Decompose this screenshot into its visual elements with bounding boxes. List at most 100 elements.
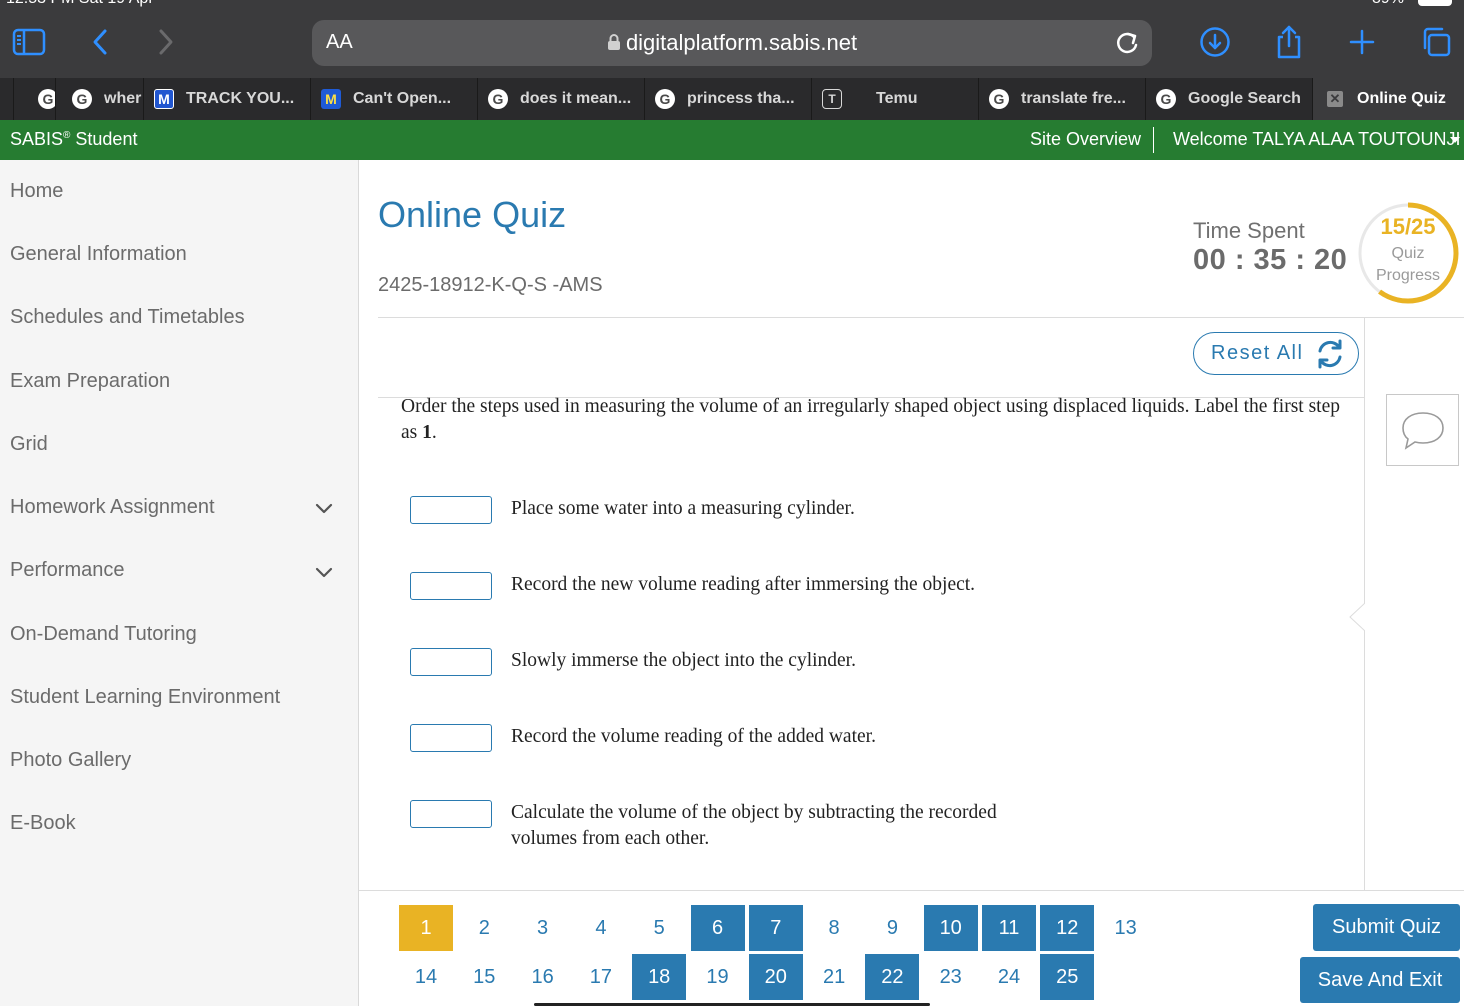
- battery-percent: 89%: [1372, 0, 1404, 8]
- time-spent-label: Time Spent: [1193, 218, 1305, 243]
- brand-logo[interactable]: SABIS® Student: [10, 129, 137, 150]
- sidebar-item-performance[interactable]: Performance: [10, 559, 125, 582]
- sidebar-toggle-icon[interactable]: [9, 22, 49, 62]
- question-page-button[interactable]: 4: [573, 905, 628, 951]
- tab-label: TRACK YOU...: [186, 90, 295, 107]
- back-icon[interactable]: [80, 22, 120, 62]
- time-spent-value: 00 : 35 : 20: [1193, 244, 1348, 276]
- question-page-button[interactable]: 3: [515, 905, 570, 951]
- comment-button[interactable]: [1386, 394, 1459, 466]
- question-page-button[interactable]: 6: [690, 905, 745, 951]
- reload-icon[interactable]: [1112, 28, 1142, 58]
- question-page-button[interactable]: 18: [632, 954, 687, 1000]
- multitasking-dots-icon[interactable]: •••: [717, 0, 740, 6]
- battery-icon: [1418, 0, 1452, 6]
- question-page-button[interactable]: 24: [982, 954, 1036, 1000]
- question-page-button[interactable]: 22: [865, 954, 920, 1000]
- question-page-button[interactable]: 9: [865, 905, 920, 951]
- tab-google-search[interactable]: G Google Search: [1145, 78, 1312, 120]
- reset-all-button[interactable]: Reset All: [1193, 332, 1359, 375]
- question-page-button[interactable]: 12: [1040, 905, 1095, 951]
- question-text: Order the steps used in measuring the vo…: [401, 396, 1341, 443]
- question-page-button[interactable]: 7: [748, 905, 803, 951]
- forward-icon[interactable]: [146, 22, 186, 62]
- divider: [378, 317, 1464, 318]
- google-icon: G: [655, 89, 675, 109]
- quiz-progress-count: 15/25: [1380, 214, 1436, 239]
- header-divider: [1153, 127, 1154, 153]
- speech-bubble-icon: [1402, 412, 1444, 450]
- question-page-button[interactable]: 16: [515, 954, 570, 1000]
- site-header: SABIS® Student Site Overview Welcome TAL…: [0, 120, 1464, 160]
- step-order-input[interactable]: [410, 648, 492, 676]
- sidebar-item-e-book[interactable]: E-Book: [10, 812, 76, 835]
- question-page-button[interactable]: 20: [748, 954, 803, 1000]
- sidebar-item-student-learning-environment[interactable]: Student Learning Environment: [10, 686, 280, 709]
- sidebar-item-grid[interactable]: Grid: [10, 433, 48, 456]
- step-order-input[interactable]: [410, 800, 492, 828]
- tab-temu[interactable]: T Temu: [811, 78, 978, 120]
- quiz-progress-ring: 15/25 Quiz Progress: [1357, 202, 1459, 304]
- sidebar: Home General Information Schedules and T…: [0, 160, 359, 1006]
- question-page-button[interactable]: 13: [1098, 905, 1153, 951]
- tab-google-2[interactable]: Gwher: [55, 78, 143, 120]
- question-page-button[interactable]: 2: [457, 905, 512, 951]
- tab-translate[interactable]: Gtranslate fre...: [978, 78, 1145, 120]
- page-title: Online Quiz: [378, 194, 567, 235]
- refresh-icon: [1318, 339, 1342, 369]
- close-icon[interactable]: ✕: [1327, 91, 1343, 107]
- question-page-button[interactable]: 19: [690, 954, 745, 1000]
- submit-quiz-button[interactable]: Submit Quiz: [1313, 904, 1460, 951]
- question-page-button[interactable]: 8: [807, 905, 862, 951]
- user-menu[interactable]: Welcome TALYA ALAA TOUTOUNJI: [1173, 129, 1460, 150]
- sidebar-item-schedules[interactable]: Schedules and Timetables: [10, 306, 245, 329]
- step-order-input[interactable]: [410, 572, 492, 600]
- save-and-exit-button[interactable]: Save And Exit: [1300, 957, 1460, 1003]
- question-page-button[interactable]: 17: [573, 954, 628, 1000]
- question-page-button[interactable]: 5: [632, 905, 687, 951]
- divider: [359, 890, 1464, 891]
- step-order-input[interactable]: [410, 724, 492, 752]
- tab-online-quiz[interactable]: ✕ Online Quiz: [1312, 78, 1464, 120]
- question-page-button[interactable]: 25: [1040, 954, 1095, 1000]
- tab-track-you[interactable]: M TRACK YOU...: [143, 78, 310, 120]
- question-page-button[interactable]: 1: [399, 905, 453, 951]
- site-overview-link[interactable]: Site Overview: [1030, 129, 1141, 150]
- question-page-button[interactable]: 10: [923, 905, 978, 951]
- chevron-down-icon[interactable]: [314, 562, 334, 582]
- question-page-button[interactable]: 21: [807, 954, 862, 1000]
- address-bar[interactable]: AA digitalplatform.sabis.net: [312, 20, 1152, 66]
- tab-princess[interactable]: Gprincess tha...: [644, 78, 811, 120]
- tab-does-it-mean[interactable]: Gdoes it mean...: [477, 78, 644, 120]
- new-tab-icon[interactable]: [1342, 22, 1382, 62]
- question-page-button[interactable]: 11: [982, 905, 1036, 951]
- sidebar-item-photo-gallery[interactable]: Photo Gallery: [10, 749, 131, 772]
- quiz-progress-label: Progress: [1375, 267, 1441, 284]
- caret-down-icon[interactable]: [1450, 137, 1460, 143]
- sidebar-item-general-information[interactable]: General Information: [10, 243, 187, 266]
- question-page-button[interactable]: 15: [457, 954, 512, 1000]
- reset-all-label: Reset All: [1211, 342, 1304, 364]
- sidebar-item-homework-assignment[interactable]: Homework Assignment: [10, 496, 215, 519]
- tab-overview-icon[interactable]: [1416, 22, 1456, 62]
- m-logo-icon: M: [154, 89, 174, 109]
- tab-label: Temu: [876, 90, 918, 107]
- tab-label: Google Search: [1188, 90, 1301, 107]
- t-logo-icon: T: [822, 89, 842, 109]
- browser-toolbar: AA digitalplatform.sabis.net: [0, 8, 1464, 78]
- tab-label: Online Quiz: [1357, 90, 1446, 107]
- tab-google-1[interactable]: G: [13, 78, 55, 120]
- tab-cant-open[interactable]: M Can't Open...: [310, 78, 477, 120]
- share-icon[interactable]: [1269, 22, 1309, 62]
- google-icon: G: [989, 89, 1009, 109]
- sidebar-item-exam-preparation[interactable]: Exam Preparation: [10, 370, 170, 393]
- chevron-down-icon[interactable]: [314, 498, 334, 518]
- sidebar-item-on-demand-tutoring[interactable]: On-Demand Tutoring: [10, 623, 197, 646]
- google-icon: G: [38, 89, 55, 109]
- quiz-code: 2425-18912-K-Q-S -AMS: [378, 274, 603, 296]
- downloads-icon[interactable]: [1195, 22, 1235, 62]
- step-order-input[interactable]: [410, 496, 492, 524]
- question-page-button[interactable]: 23: [923, 954, 978, 1000]
- sidebar-item-home[interactable]: Home: [10, 180, 63, 203]
- question-page-button[interactable]: 14: [399, 954, 453, 1000]
